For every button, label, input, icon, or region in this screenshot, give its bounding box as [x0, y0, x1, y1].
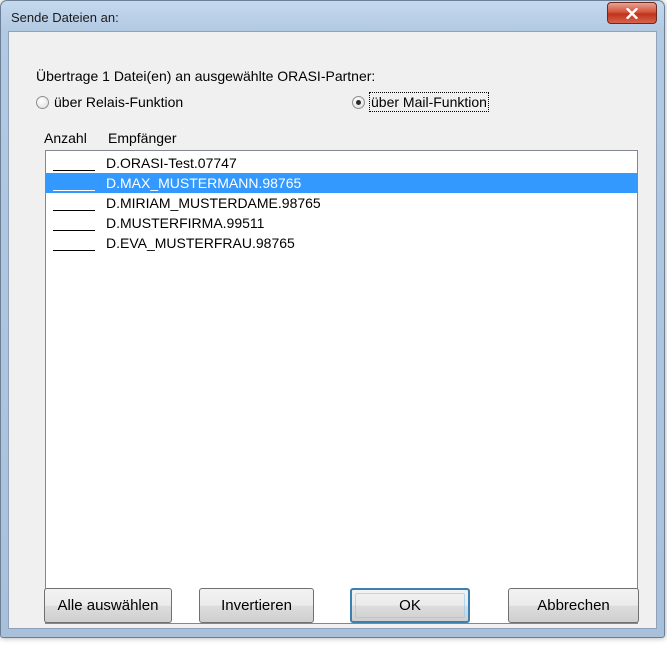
recipient-name: D.MUSTERFIRMA.99511	[106, 215, 265, 231]
recipient-name: D.MIRIAM_MUSTERDAME.98765	[106, 195, 321, 211]
radio-label-mail[interactable]: über Mail-Funktion	[369, 92, 489, 112]
dialog-window: Sende Dateien an: Übertrage 1 Datei(en) …	[0, 0, 665, 638]
window-title: Sende Dateien an:	[11, 10, 119, 25]
list-item[interactable]: D.ORASI-Test.07747	[46, 153, 637, 173]
invert-button[interactable]: Invertieren	[199, 588, 314, 623]
close-button[interactable]	[607, 2, 657, 24]
list-item[interactable]: D.MUSTERFIRMA.99511	[46, 213, 637, 233]
close-icon	[626, 7, 638, 19]
list-item[interactable]: D.MIRIAM_MUSTERDAME.98765	[46, 193, 637, 213]
radio-label-relay[interactable]: über Relais-Funktion	[54, 94, 183, 110]
column-header-recipient: Empfänger	[108, 130, 177, 146]
recipient-name: D.EVA_MUSTERFRAU.98765	[106, 235, 295, 251]
select-all-button[interactable]: Alle auswählen	[44, 588, 172, 623]
count-blank[interactable]	[53, 214, 95, 231]
transfer-instruction: Übertrage 1 Datei(en) an ausgewählte ORA…	[36, 68, 376, 84]
count-blank[interactable]	[53, 174, 95, 191]
radio-button-relay[interactable]	[36, 96, 49, 109]
cancel-button[interactable]: Abbrechen	[508, 588, 639, 623]
dialog-body: Übertrage 1 Datei(en) an ausgewählte ORA…	[8, 31, 657, 629]
recipient-list[interactable]: D.ORASI-Test.07747 D.MAX_MUSTERMANN.9876…	[45, 150, 638, 624]
title-bar[interactable]: Sende Dateien an:	[1, 1, 664, 31]
count-blank[interactable]	[53, 234, 95, 251]
count-blank[interactable]	[53, 194, 95, 211]
ok-button[interactable]: OK	[350, 588, 470, 623]
radio-button-mail[interactable]	[352, 96, 365, 109]
list-item[interactable]: D.EVA_MUSTERFRAU.98765	[46, 233, 637, 253]
radio-dot	[356, 100, 361, 105]
recipient-name: D.ORASI-Test.07747	[106, 155, 237, 171]
count-blank[interactable]	[53, 154, 95, 171]
column-header-count: Anzahl	[44, 130, 87, 146]
recipient-name: D.MAX_MUSTERMANN.98765	[106, 175, 302, 191]
list-item-selected[interactable]: D.MAX_MUSTERMANN.98765	[46, 173, 637, 193]
